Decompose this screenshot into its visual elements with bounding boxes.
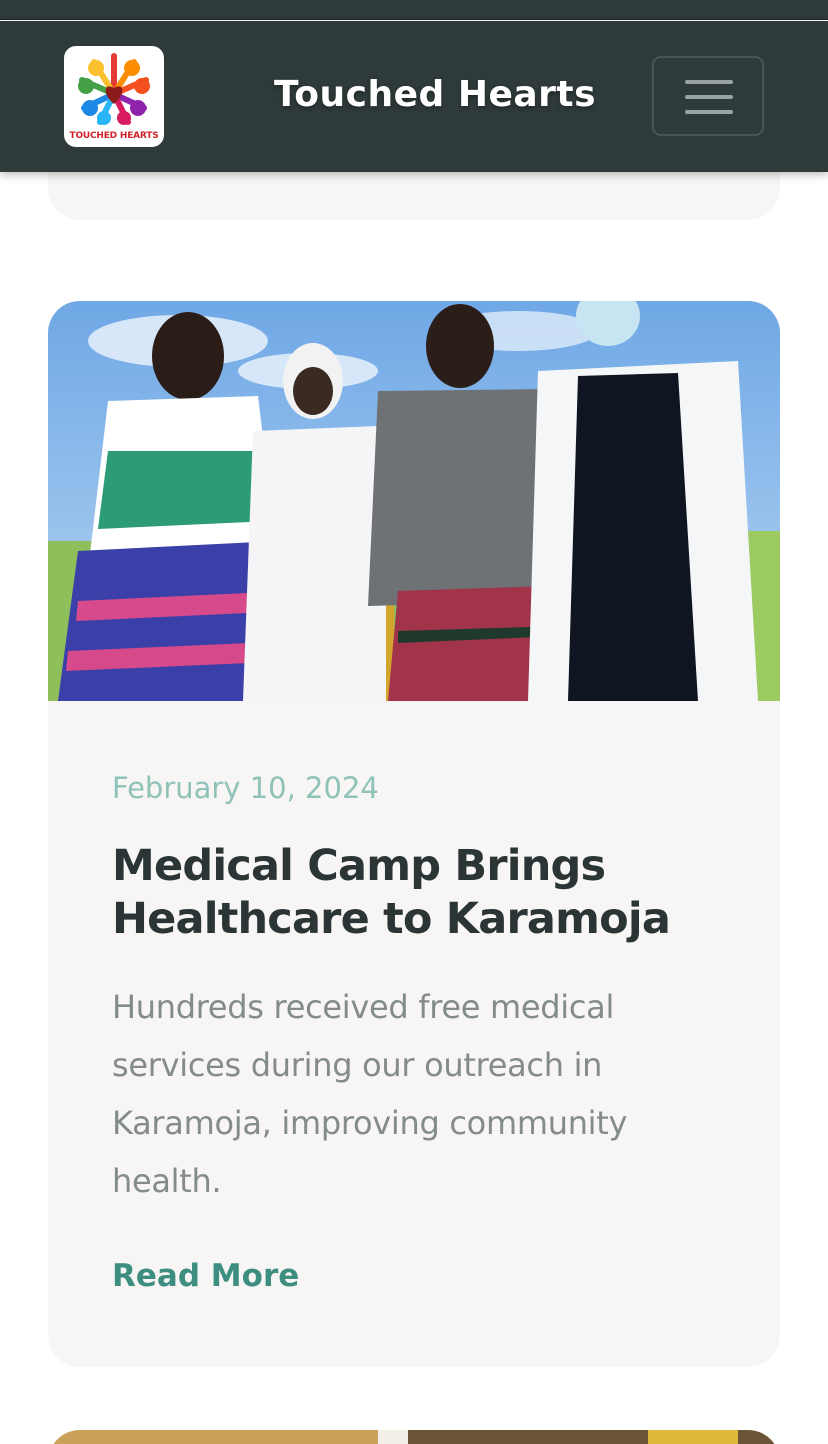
hamburger-line <box>685 95 733 99</box>
post-excerpt: Hundreds received free medical services … <box>112 988 628 1200</box>
hamburger-line <box>685 110 733 114</box>
post-content: February 10, 2024 Medical Camp Brings He… <box>112 769 712 1294</box>
post-photo <box>48 301 780 701</box>
blog-post-card: February 10, 2024 Medical Camp Brings He… <box>48 301 780 1367</box>
post-title[interactable]: Medical Camp Brings Healthcare to Karamo… <box>112 840 712 946</box>
status-bar <box>0 0 828 20</box>
menu-toggle-button[interactable] <box>652 56 764 136</box>
navbar: TOUCHED HEARTS Touched Hearts <box>0 21 828 172</box>
read-more-link[interactable]: Read More <box>112 1258 299 1294</box>
post-date: February 10, 2024 <box>112 771 379 805</box>
site-brand[interactable]: Touched Hearts <box>274 74 596 115</box>
logo-text: TOUCHED HEARTS <box>69 131 159 141</box>
site-logo[interactable]: TOUCHED HEARTS <box>64 46 164 147</box>
hamburger-line <box>685 80 733 84</box>
next-post-photo <box>48 1430 780 1444</box>
next-post-card <box>48 1430 780 1444</box>
